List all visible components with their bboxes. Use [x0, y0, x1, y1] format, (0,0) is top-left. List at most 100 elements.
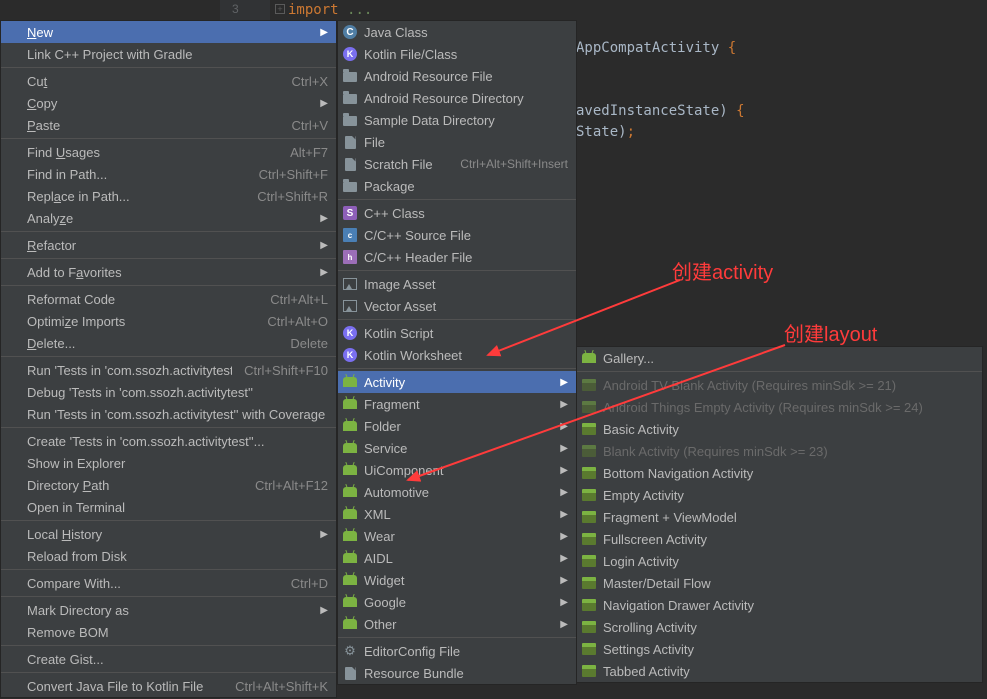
menu-item-sample-data[interactable]: Sample Data Directory	[338, 109, 576, 131]
kotlin-icon: K	[343, 348, 357, 362]
menu-item-gallery[interactable]: Gallery...	[577, 347, 982, 369]
menu-item-image-asset[interactable]: Image Asset	[338, 273, 576, 295]
menu-item-folder[interactable]: Folder▶	[338, 415, 576, 437]
menu-item-show-explorer[interactable]: Show in Explorer	[1, 452, 336, 474]
context-menu-primary: New ▶ Link C++ Project with Gradle CutCt…	[0, 20, 337, 698]
menu-item-compare-with[interactable]: Compare With...Ctrl+D	[1, 572, 336, 594]
menu-item-local-history[interactable]: Local History▶	[1, 523, 336, 545]
submenu-arrow-icon: ▶	[560, 443, 568, 454]
menu-item-scratch-file[interactable]: Scratch FileCtrl+Alt+Shift+Insert	[338, 153, 576, 175]
menu-item-new[interactable]: New ▶	[1, 21, 336, 43]
template-icon	[582, 555, 596, 567]
menu-item-file[interactable]: File	[338, 131, 576, 153]
menu-separator	[1, 231, 336, 232]
folder-icon	[343, 116, 357, 126]
android-icon	[343, 465, 357, 475]
menu-item-vector-asset[interactable]: Vector Asset	[338, 295, 576, 317]
menu-item-open-terminal[interactable]: Open in Terminal	[1, 496, 336, 518]
submenu-arrow-icon: ▶	[560, 575, 568, 586]
line-number: 3	[232, 2, 239, 16]
submenu-arrow-icon: ▶	[320, 213, 328, 224]
menu-item-optimize-imports[interactable]: Optimize ImportsCtrl+Alt+O	[1, 310, 336, 332]
menu-item-reload-disk[interactable]: Reload from Disk	[1, 545, 336, 567]
menu-item-login-activity[interactable]: Login Activity	[577, 550, 982, 572]
menu-item-replace-in-path[interactable]: Replace in Path...Ctrl+Shift+R	[1, 185, 336, 207]
submenu-arrow-icon: ▶	[560, 553, 568, 564]
menu-item-copy[interactable]: Copy▶	[1, 92, 336, 114]
menu-item-run-coverage[interactable]: Run 'Tests in 'com.ssozh.activitytest'' …	[1, 403, 336, 425]
menu-item-empty-activity[interactable]: Empty Activity	[577, 484, 982, 506]
menu-item-automotive[interactable]: Automotive▶	[338, 481, 576, 503]
menu-item-settings-activity[interactable]: Settings Activity	[577, 638, 982, 660]
menu-item-directory-path[interactable]: Directory PathCtrl+Alt+F12	[1, 474, 336, 496]
menu-item-add-favorites[interactable]: Add to Favorites▶	[1, 261, 336, 283]
menu-item-paste[interactable]: PasteCtrl+V	[1, 114, 336, 136]
menu-item-reformat[interactable]: Reformat CodeCtrl+Alt+L	[1, 288, 336, 310]
menu-item-master-detail[interactable]: Master/Detail Flow	[577, 572, 982, 594]
menu-item-convert-kotlin[interactable]: Convert Java File to Kotlin FileCtrl+Alt…	[1, 675, 336, 697]
menu-item-create-gist[interactable]: Create Gist...	[1, 648, 336, 670]
menu-item-aidl[interactable]: AIDL▶	[338, 547, 576, 569]
menu-item-fullscreen-activity[interactable]: Fullscreen Activity	[577, 528, 982, 550]
submenu-arrow-icon: ▶	[560, 509, 568, 520]
menu-item-delete[interactable]: Delete...Delete	[1, 332, 336, 354]
menu-item-kotlin-worksheet[interactable]: KKotlin Worksheet	[338, 344, 576, 366]
template-icon	[582, 379, 596, 391]
menu-item-kotlin-class[interactable]: KKotlin File/Class	[338, 43, 576, 65]
menu-item-xml[interactable]: XML▶	[338, 503, 576, 525]
submenu-arrow-icon: ▶	[560, 597, 568, 608]
menu-item-link-cpp[interactable]: Link C++ Project with Gradle	[1, 43, 336, 65]
menu-item-debug-tests[interactable]: Debug 'Tests in 'com.ssozh.activitytest'…	[1, 381, 336, 403]
menu-item-run-tests[interactable]: Run 'Tests in 'com.ssozh.activitytest''C…	[1, 359, 336, 381]
menu-item-package[interactable]: Package	[338, 175, 576, 197]
kotlin-icon: K	[343, 47, 357, 61]
code-fragment-call: State);	[576, 124, 635, 140]
menu-item-other[interactable]: Other▶	[338, 613, 576, 635]
menu-item-c-header[interactable]: hC/C++ Header File	[338, 246, 576, 268]
menu-separator	[1, 67, 336, 68]
menu-item-editorconfig[interactable]: ⚙EditorConfig File	[338, 640, 576, 662]
android-icon	[343, 553, 357, 563]
fold-icon[interactable]: +	[275, 4, 285, 14]
menu-item-find-in-path[interactable]: Find in Path...Ctrl+Shift+F	[1, 163, 336, 185]
template-icon	[582, 533, 596, 545]
menu-item-cpp-class[interactable]: SC++ Class	[338, 202, 576, 224]
menu-item-service[interactable]: Service▶	[338, 437, 576, 459]
menu-item-mark-directory[interactable]: Mark Directory as▶	[1, 599, 336, 621]
menu-item-wear[interactable]: Wear▶	[338, 525, 576, 547]
h-file-icon: h	[343, 250, 357, 264]
menu-item-android-resource-file[interactable]: Android Resource File	[338, 65, 576, 87]
menu-item-java-class[interactable]: CJava Class	[338, 21, 576, 43]
menu-item-uicomponent[interactable]: UiComponent▶	[338, 459, 576, 481]
template-icon	[582, 599, 596, 611]
menu-item-find-usages[interactable]: Find UsagesAlt+F7	[1, 141, 336, 163]
menu-item-bottom-nav-activity[interactable]: Bottom Navigation Activity	[577, 462, 982, 484]
menu-item-activity[interactable]: Activity▶	[338, 371, 576, 393]
template-icon	[582, 621, 596, 633]
java-icon: C	[343, 25, 357, 39]
menu-item-analyze[interactable]: Analyze▶	[1, 207, 336, 229]
menu-item-resource-bundle[interactable]: Resource Bundle	[338, 662, 576, 684]
menu-item-remove-bom[interactable]: Remove BOM	[1, 621, 336, 643]
menu-separator	[338, 270, 576, 271]
menu-item-c-source[interactable]: cC/C++ Source File	[338, 224, 576, 246]
menu-item-scrolling-activity[interactable]: Scrolling Activity	[577, 616, 982, 638]
android-icon	[343, 575, 357, 585]
submenu-new: CJava Class KKotlin File/Class Android R…	[337, 20, 577, 685]
menu-item-kotlin-script[interactable]: KKotlin Script	[338, 322, 576, 344]
menu-item-android-resource-dir[interactable]: Android Resource Directory	[338, 87, 576, 109]
android-icon	[343, 421, 357, 431]
menu-item-nav-drawer-activity[interactable]: Navigation Drawer Activity	[577, 594, 982, 616]
menu-item-fragment-viewmodel[interactable]: Fragment + ViewModel	[577, 506, 982, 528]
menu-item-basic-activity[interactable]: Basic Activity	[577, 418, 982, 440]
menu-item-cut[interactable]: CutCtrl+X	[1, 70, 336, 92]
submenu-arrow-icon: ▶	[560, 421, 568, 432]
menu-item-refactor[interactable]: Refactor▶	[1, 234, 336, 256]
menu-item-google[interactable]: Google▶	[338, 591, 576, 613]
menu-item-create-tests[interactable]: Create 'Tests in 'com.ssozh.activitytest…	[1, 430, 336, 452]
menu-item-widget[interactable]: Widget▶	[338, 569, 576, 591]
menu-item-blank-activity: Blank Activity (Requires minSdk >= 23)	[577, 440, 982, 462]
bundle-icon	[345, 667, 356, 680]
menu-item-tabbed-activity[interactable]: Tabbed Activity	[577, 660, 982, 682]
menu-item-fragment[interactable]: Fragment▶	[338, 393, 576, 415]
